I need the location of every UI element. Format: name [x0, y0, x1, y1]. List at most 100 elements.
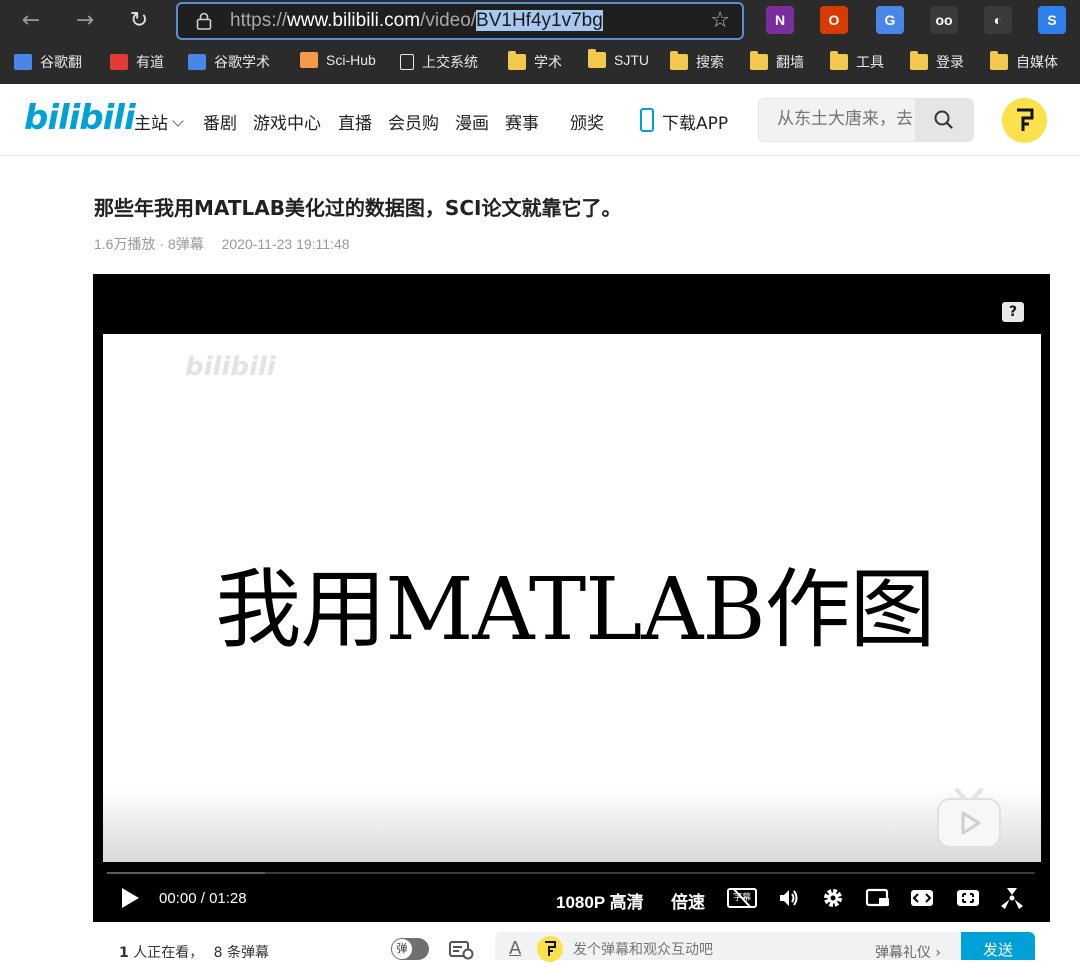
url-host: www.bilibili.com — [287, 10, 421, 31]
bookmark-item[interactable]: Sci-Hub — [300, 52, 376, 74]
danmaku-toggle[interactable]: 弹 — [391, 938, 429, 960]
bookmark-label: Sci-Hub — [326, 52, 376, 68]
web-fullscreen-icon[interactable] — [955, 886, 981, 910]
youdao-icon — [110, 54, 128, 70]
help-icon[interactable]: ? — [1002, 302, 1024, 322]
send-danmaku-button[interactable]: 发送 — [961, 932, 1035, 960]
address-bar[interactable]: https://www.bilibili.com/video/BV1Hf4y1v… — [176, 2, 744, 40]
bookmark-label: 上交系统 — [422, 54, 478, 70]
bilibili-logo[interactable]: bilibili — [24, 98, 136, 138]
danmaku-etiquette-link[interactable]: 弹幕礼仪 › — [875, 942, 941, 962]
danmaku-count: 8弹幕 — [167, 236, 204, 252]
download-app-link[interactable]: 下载APP — [662, 109, 728, 134]
search-icon — [934, 110, 953, 129]
nav-item[interactable]: 漫画 — [455, 109, 489, 134]
duration: 01:28 — [209, 890, 247, 907]
folder-icon — [990, 51, 1008, 70]
bookmark-item[interactable]: 自媒体 — [990, 51, 1058, 74]
volume-icon[interactable] — [777, 886, 801, 910]
s-extension-icon[interactable]: S — [1038, 6, 1066, 34]
search-button[interactable] — [915, 99, 973, 141]
progress-bar[interactable] — [107, 872, 1035, 874]
nav-item[interactable]: 颁奖 — [570, 109, 604, 134]
play-count: 1.6万播放 — [94, 236, 156, 252]
search-box — [758, 98, 974, 142]
google-translate-icon[interactable]: G — [876, 6, 904, 34]
viewer-info: 1 人正在看， 8 条弹幕 — [119, 942, 269, 962]
bookmark-star-icon[interactable]: ☆ — [710, 8, 730, 33]
bookmark-item[interactable]: 搜索 — [670, 51, 724, 74]
widescreen-icon[interactable] — [909, 886, 935, 910]
video-title: 那些年我用MATLAB美化过的数据图，SCI论文就靠它了。 — [94, 196, 622, 220]
page-icon — [400, 54, 414, 70]
nav-item-label: 番剧 — [203, 114, 237, 134]
folder-icon — [830, 51, 848, 70]
reload-icon[interactable]: ↻ — [122, 4, 156, 38]
bookmark-label: 自媒体 — [1016, 54, 1058, 70]
back-icon[interactable]: ← — [14, 4, 48, 38]
glasses-icon[interactable]: oo — [930, 6, 958, 34]
bookmark-label: 登录 — [936, 54, 964, 70]
meta-dot: · — [159, 236, 168, 252]
video-frame[interactable]: bilibili 我用MATLAB作图 — [103, 334, 1041, 862]
danmaku-text: 条弹幕 — [227, 945, 270, 961]
bookmark-item[interactable]: 上交系统 — [400, 52, 478, 74]
bookmark-label: 工具 — [856, 54, 884, 70]
folder-icon — [750, 51, 768, 70]
video-meta: 1.6万播放 · 8弹幕 2020-11-23 19:11:48 — [94, 234, 350, 254]
bookmark-label: 谷歌翻 — [40, 54, 82, 70]
danmaku-style-icon[interactable]: A — [509, 938, 521, 959]
bookmarks-bar: 谷歌翻 有道 谷歌学术 Sci-Hub 上交系统 学术 SJTU 搜索 翻墙 工具 登录 自媒体 — [0, 44, 1080, 82]
bookmark-item[interactable]: 谷歌翻 — [14, 52, 82, 74]
publish-date: 2020-11-23 19:11:48 — [221, 236, 350, 252]
video-player[interactable]: ? bilibili 我用MATLAB作图 00:00 / 01:28 1080… — [93, 274, 1050, 922]
speed-button[interactable]: 倍速 — [671, 888, 705, 913]
mouse-icon[interactable]: ◐ — [984, 6, 1012, 34]
picture-in-picture-icon[interactable] — [865, 886, 891, 910]
bookmark-item[interactable]: SJTU — [588, 49, 649, 74]
subtitle-button[interactable]: 字幕 — [727, 888, 757, 908]
avatar[interactable] — [1002, 98, 1047, 143]
danmaku-input[interactable] — [573, 942, 853, 958]
viewer-count: 1 — [119, 945, 129, 961]
url-text: https://www.bilibili.com/video/BV1Hf4y1v… — [230, 10, 603, 32]
nav-item-label: 直播 — [338, 114, 372, 134]
settings-gear-icon[interactable] — [821, 886, 845, 910]
subtitle-off-slash-icon — [731, 888, 753, 908]
nav-item[interactable]: 会员购 — [388, 109, 439, 134]
bookmark-item[interactable]: 工具 — [830, 51, 884, 74]
nav-item-label: 主站 — [134, 114, 168, 134]
folder-icon — [670, 51, 688, 70]
scholar-icon — [188, 54, 206, 70]
bookmark-item[interactable]: 谷歌学术 — [188, 52, 270, 74]
bookmark-item[interactable]: 登录 — [910, 51, 964, 74]
onenote-icon[interactable]: N — [766, 6, 794, 34]
watermark-logo: bilibili — [185, 352, 276, 382]
danmaku-settings-icon[interactable] — [449, 940, 475, 960]
nav-item-label: 会员购 — [388, 114, 439, 134]
play-icon[interactable] — [119, 886, 141, 910]
scihub-icon — [300, 52, 318, 68]
nav-item[interactable]: 番剧 — [203, 109, 237, 134]
nav-item[interactable]: 游戏中心 — [253, 109, 321, 134]
office-icon[interactable]: O — [820, 6, 848, 34]
nav-item[interactable]: 赛事 — [505, 109, 539, 134]
nav-item-label: 赛事 — [505, 114, 539, 134]
search-input[interactable] — [777, 109, 917, 129]
nav-item[interactable]: 直播 — [338, 109, 372, 134]
fullscreen-icon[interactable] — [999, 886, 1025, 910]
nav-item-label: 漫画 — [455, 114, 489, 134]
bookmark-item[interactable]: 有道 — [110, 52, 164, 74]
current-time: 00:00 — [159, 890, 197, 907]
nav-item[interactable]: 主站 — [134, 109, 184, 134]
quality-button[interactable]: 1080P 高清 — [556, 888, 644, 913]
url-path: /video/ — [420, 10, 477, 31]
bookmark-item[interactable]: 学术 — [508, 51, 562, 74]
avatar-glyph-icon — [545, 941, 556, 956]
forward-icon[interactable]: → — [68, 4, 102, 38]
bookmark-item[interactable]: 翻墙 — [750, 51, 804, 74]
danmaku-input-bar: A 弹幕礼仪 › — [495, 932, 961, 962]
danmaku-toggle-label: 弹 — [391, 938, 413, 960]
bilibili-tv-icon[interactable] — [935, 786, 1003, 850]
phone-icon — [640, 108, 654, 132]
